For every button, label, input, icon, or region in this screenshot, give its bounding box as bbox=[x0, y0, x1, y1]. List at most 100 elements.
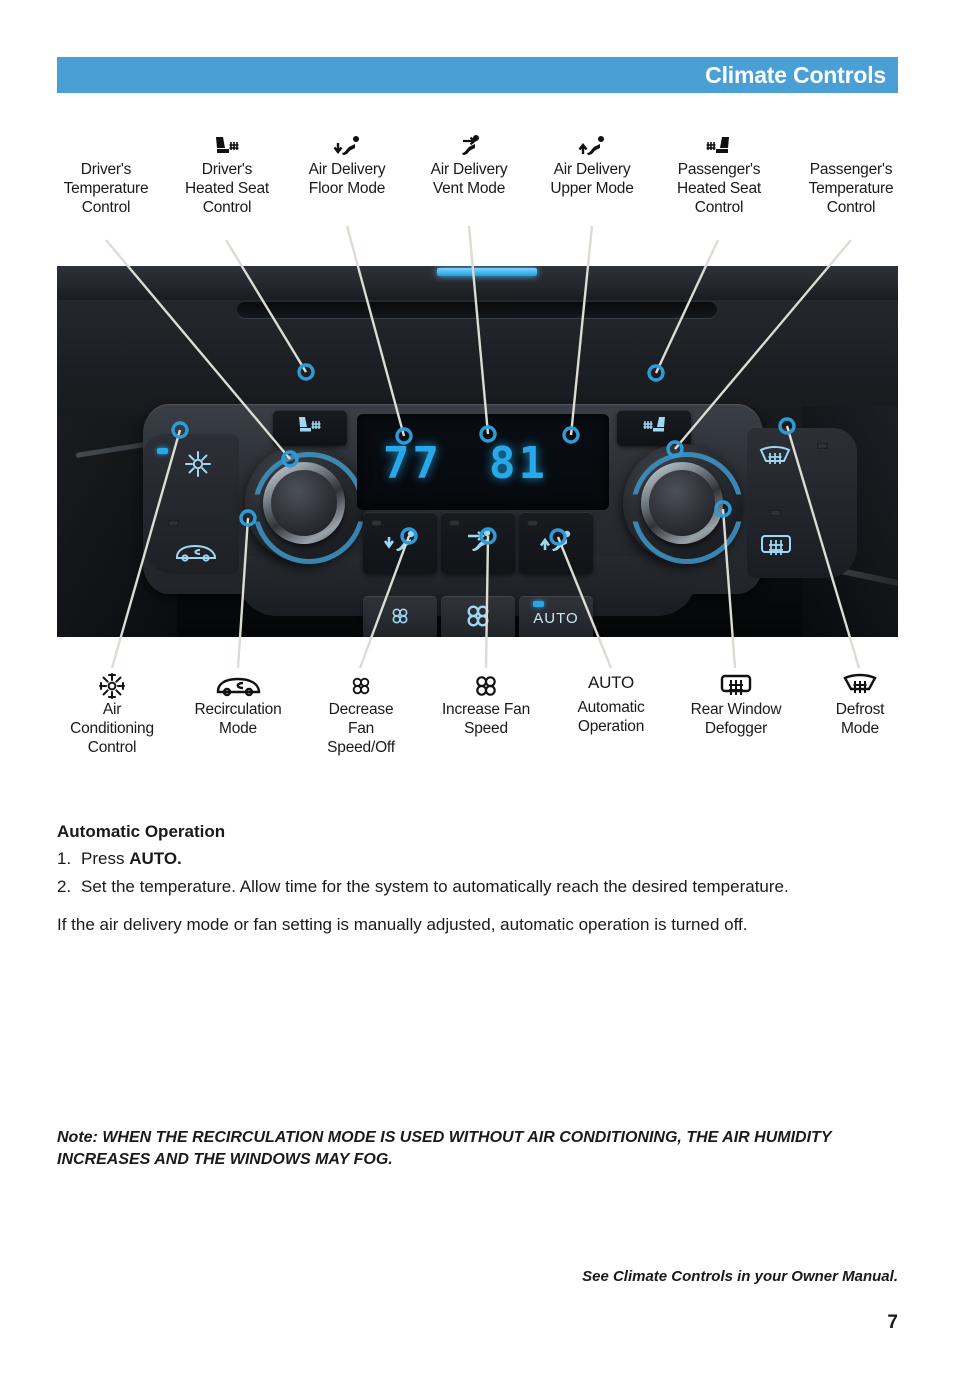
callout-label-increase-fan-speed: Increase Fan Speed bbox=[424, 671, 548, 738]
callout-label-line2: Mode bbox=[219, 720, 257, 737]
callout-label-rear-window-defogger: Rear Window Defogger bbox=[672, 671, 800, 738]
decrease-fan-speed-button[interactable] bbox=[363, 596, 437, 637]
heated-seat-icon bbox=[163, 131, 291, 159]
callout-label-line2: Defogger bbox=[704, 720, 768, 737]
recirculation-icon[interactable] bbox=[173, 540, 219, 569]
auto-button[interactable]: AUTO bbox=[519, 596, 593, 637]
hvac-temperature-display: 77 81 bbox=[357, 414, 609, 510]
callout-label-line3: Speed/Off bbox=[327, 739, 395, 756]
callout-label-line1: Driver's bbox=[201, 161, 253, 178]
ac-indicator-led bbox=[157, 448, 168, 454]
callout-label-passengers-heated-seat-control: Passenger's Heated Seat Control bbox=[655, 131, 783, 217]
air-delivery-floor-icon bbox=[380, 527, 420, 560]
callout-label-air-delivery-vent-mode: Air Delivery Vent Mode bbox=[409, 131, 529, 198]
page-number: 7 bbox=[887, 1312, 898, 1333]
rear-defogger-icon[interactable] bbox=[759, 532, 793, 565]
callout-label-line1: Air Delivery bbox=[308, 161, 386, 178]
air-delivery-vent-mode-button[interactable] bbox=[441, 512, 515, 574]
recirculation-indicator-led bbox=[168, 520, 179, 526]
callout-label-line2: Mode bbox=[841, 720, 879, 737]
auto-text: AUTO bbox=[587, 673, 635, 692]
fan-small-icon bbox=[390, 606, 410, 631]
air-delivery-upper-icon bbox=[536, 527, 576, 560]
auto-button-label: AUTO bbox=[533, 609, 579, 627]
callout-label-line1: Decrease bbox=[328, 701, 394, 718]
callout-label-line2: Automatic bbox=[577, 699, 645, 716]
defrost-icon[interactable] bbox=[757, 444, 793, 477]
callout-label-passengers-temperature-control: Passenger's Temperature Control bbox=[786, 160, 916, 217]
heated-seat-icon bbox=[295, 415, 325, 442]
vent-mode-led bbox=[449, 520, 460, 526]
step-text-bold: AUTO. bbox=[129, 849, 182, 868]
air-delivery-upper-mode-button[interactable] bbox=[519, 512, 593, 574]
upper-mode-led bbox=[527, 520, 538, 526]
center-vent-slot bbox=[237, 302, 717, 318]
callout-label-line3: Operation bbox=[577, 718, 645, 735]
drivers-heated-seat-button[interactable] bbox=[273, 410, 347, 446]
callout-label-auto-automatic-operation: AUTO Automatic Operation bbox=[551, 669, 671, 736]
callout-label-line2: Heated Seat bbox=[185, 180, 269, 197]
callout-label-line2: Temperature bbox=[63, 180, 149, 197]
step-text: Set the temperature. Allow time for the … bbox=[81, 877, 789, 896]
heated-seat-icon bbox=[639, 415, 669, 442]
callout-label-line1: Defrost bbox=[835, 701, 885, 718]
defrost-icon bbox=[802, 671, 918, 699]
callout-label-line2: Floor Mode bbox=[308, 180, 386, 197]
owner-manual-reference: See Climate Controls in your Owner Manua… bbox=[582, 1268, 898, 1285]
passengers-temperature-knob-cap[interactable] bbox=[649, 470, 715, 536]
passenger-temperature-value: 81 bbox=[489, 438, 548, 489]
page-header-bar: Climate Controls bbox=[57, 57, 898, 93]
callout-label-decrease-fan-speed: Decrease Fan Speed/Off bbox=[300, 671, 422, 757]
callout-label-line1: Passenger's bbox=[809, 161, 893, 178]
fan-large-icon bbox=[424, 671, 548, 699]
snowflake-icon[interactable] bbox=[184, 450, 212, 483]
recirculation-icon bbox=[174, 671, 302, 699]
climate-control-panel-photo: 77 81 AUTO bbox=[57, 266, 898, 637]
heated-seat-icon bbox=[655, 131, 783, 159]
step-number: 1. bbox=[57, 849, 72, 868]
callout-label-drivers-temperature-control: Driver's Temperature Control bbox=[42, 160, 170, 217]
callout-label-defrost-mode: Defrost Mode bbox=[802, 671, 918, 738]
callout-label-line3: Control bbox=[87, 739, 137, 756]
floor-mode-led bbox=[371, 520, 382, 526]
callout-label-air-delivery-upper-mode: Air Delivery Upper Mode bbox=[532, 131, 652, 198]
rear-defogger-icon bbox=[672, 671, 800, 699]
callout-label-air-conditioning-control: Air Conditioning Control bbox=[48, 671, 176, 757]
drivers-temperature-knob-cap[interactable] bbox=[271, 470, 337, 536]
fan-small-icon bbox=[300, 671, 422, 699]
page-title: Climate Controls bbox=[705, 61, 886, 88]
callout-label-line2: Temperature bbox=[808, 180, 894, 197]
ambient-led-strip bbox=[437, 268, 537, 276]
callout-label-line2: Fan bbox=[347, 720, 375, 737]
callout-label-line1: Passenger's bbox=[677, 161, 761, 178]
passengers-heated-seat-button[interactable] bbox=[617, 410, 691, 446]
air-delivery-vent-icon bbox=[458, 527, 498, 560]
callout-label-line2: Speed bbox=[464, 720, 508, 737]
increase-fan-speed-button[interactable] bbox=[441, 596, 515, 637]
air-delivery-vent-icon bbox=[409, 131, 529, 159]
defrost-indicator-led bbox=[817, 443, 828, 449]
snowflake-icon bbox=[48, 671, 176, 700]
note-text: Note: WHEN THE RECIRCULATION MODE IS USE… bbox=[57, 1129, 832, 1168]
list-item: 1. Press AUTO. bbox=[57, 848, 902, 870]
fan-large-icon bbox=[464, 602, 492, 635]
callout-label-line1: Increase Fan bbox=[441, 701, 531, 718]
callout-label-line3: Control bbox=[202, 199, 252, 216]
callout-label-line2: Heated Seat bbox=[677, 180, 761, 197]
air-delivery-floor-mode-button[interactable] bbox=[363, 512, 437, 574]
callout-label-line1: Rear Window bbox=[690, 701, 782, 718]
callout-label-line1: Air Delivery bbox=[553, 161, 631, 178]
callout-label-line3: Control bbox=[81, 199, 131, 216]
body-copy: Automatic Operation 1. Press AUTO. 2. Se… bbox=[57, 822, 902, 936]
callout-label-line2: Vent Mode bbox=[432, 180, 506, 197]
list-item: 2. Set the temperature. Allow time for t… bbox=[57, 876, 902, 898]
step-text-plain: Press bbox=[81, 849, 130, 868]
callout-label-air-delivery-floor-mode: Air Delivery Floor Mode bbox=[287, 131, 407, 198]
callout-label-recirculation-mode: Recirculation Mode bbox=[174, 671, 302, 738]
rear-defogger-indicator-led bbox=[770, 510, 781, 516]
air-delivery-floor-icon bbox=[287, 131, 407, 159]
callout-label-line1: Recirculation bbox=[194, 701, 282, 718]
section-heading: Automatic Operation bbox=[57, 822, 226, 841]
step-text: Press AUTO. bbox=[81, 848, 902, 870]
air-delivery-upper-icon bbox=[532, 131, 652, 159]
